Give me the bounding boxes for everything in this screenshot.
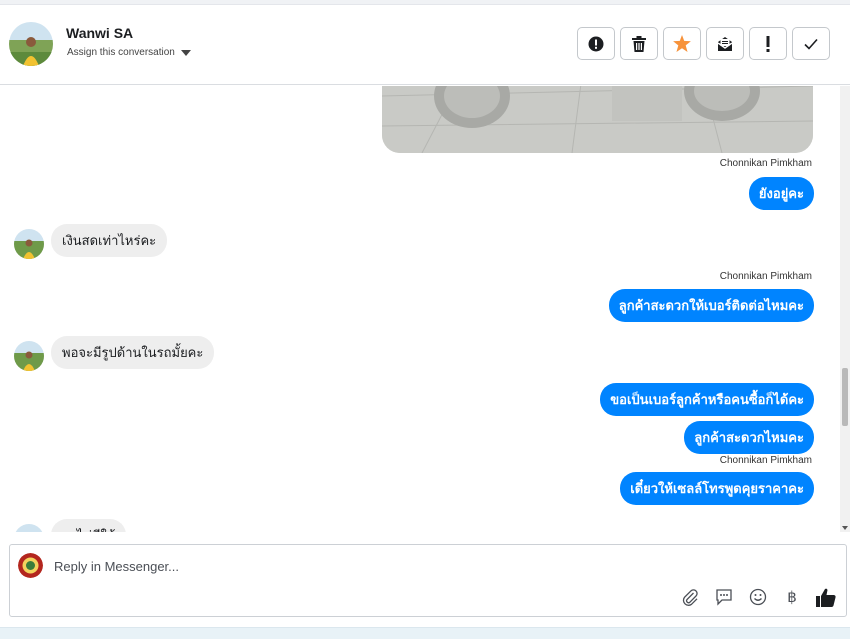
scrollbar-thumb[interactable] [842, 368, 848, 426]
contact-avatar-small [14, 229, 44, 259]
sender-label: Chonnikan Pimkham [719, 158, 812, 169]
assign-conversation-dropdown[interactable]: Assign this conversation [67, 47, 191, 58]
payment-button[interactable]: ฿ [782, 587, 802, 607]
outgoing-message[interactable]: ลูกค้าสะดวกให้เบอร์ติดต่อไหมคะ [608, 289, 814, 322]
shared-photo[interactable] [382, 86, 813, 153]
star-icon [673, 35, 691, 52]
done-icon [804, 38, 818, 50]
composer-tools: ฿ [680, 587, 836, 607]
contact-name[interactable]: Wanwi SA [66, 25, 133, 41]
reply-input[interactable] [54, 556, 654, 576]
outgoing-message[interactable]: ลูกค้าสะดวกไหมคะ [684, 421, 814, 454]
mark-spam-button[interactable] [577, 27, 615, 60]
contact-avatar-small [14, 524, 44, 532]
message-thread: Chonnikan Pimkham ยังอยู่คะ เงินสดเท่าไห… [0, 86, 840, 532]
bottom-strip [0, 627, 850, 639]
page-avatar [18, 553, 43, 578]
like-button[interactable] [816, 587, 836, 607]
mark-done-button[interactable] [792, 27, 830, 60]
incoming-message[interactable]: พอจะมีรูปด้านในรถมั้ยคะ [51, 336, 215, 369]
follow-up-button[interactable] [749, 27, 787, 60]
contact-avatar[interactable] [9, 22, 53, 66]
star-button[interactable] [663, 27, 701, 60]
incoming-message[interactable]: เงินสดเท่าไหร่คะ [51, 224, 168, 257]
baht-icon: ฿ [787, 589, 797, 606]
caret-down-icon [180, 49, 191, 56]
sender-label: Chonnikan Pimkham [719, 271, 812, 282]
mark-unread-icon [717, 36, 733, 51]
trash-icon [632, 35, 646, 52]
delete-button[interactable] [620, 27, 658, 60]
sender-label: Chonnikan Pimkham [719, 455, 812, 466]
spam-icon [588, 36, 604, 51]
header-actions [577, 27, 830, 60]
saved-reply-icon [716, 589, 732, 606]
outgoing-message[interactable]: เดี๋ยวให้เซลล์โทรพูดคุยราคาคะ [620, 472, 814, 505]
thread-scrollbar[interactable] [840, 86, 850, 532]
follow-up-icon [766, 35, 770, 52]
incoming-message[interactable]: ดูงไม่มีให้ [51, 519, 127, 532]
emoji-button[interactable] [748, 587, 768, 607]
contact-avatar-small [14, 341, 44, 371]
mark-unread-button[interactable] [706, 27, 744, 60]
conversation-header: Wanwi SA Assign this conversation [0, 5, 850, 85]
like-icon [816, 588, 836, 607]
assign-label: Assign this conversation [67, 47, 175, 58]
outgoing-message[interactable]: ขอเป็นเบอร์ลูกค้าหรือคนซื้อก็ได้คะ [600, 383, 814, 416]
emoji-icon [749, 588, 767, 606]
reply-composer: ฿ [9, 544, 847, 617]
attach-button[interactable] [680, 587, 700, 607]
saved-replies-button[interactable] [714, 587, 734, 607]
attachment-icon [682, 589, 698, 606]
scroll-down-icon[interactable] [842, 526, 848, 530]
outgoing-message[interactable]: ยังอยู่คะ [748, 177, 814, 210]
